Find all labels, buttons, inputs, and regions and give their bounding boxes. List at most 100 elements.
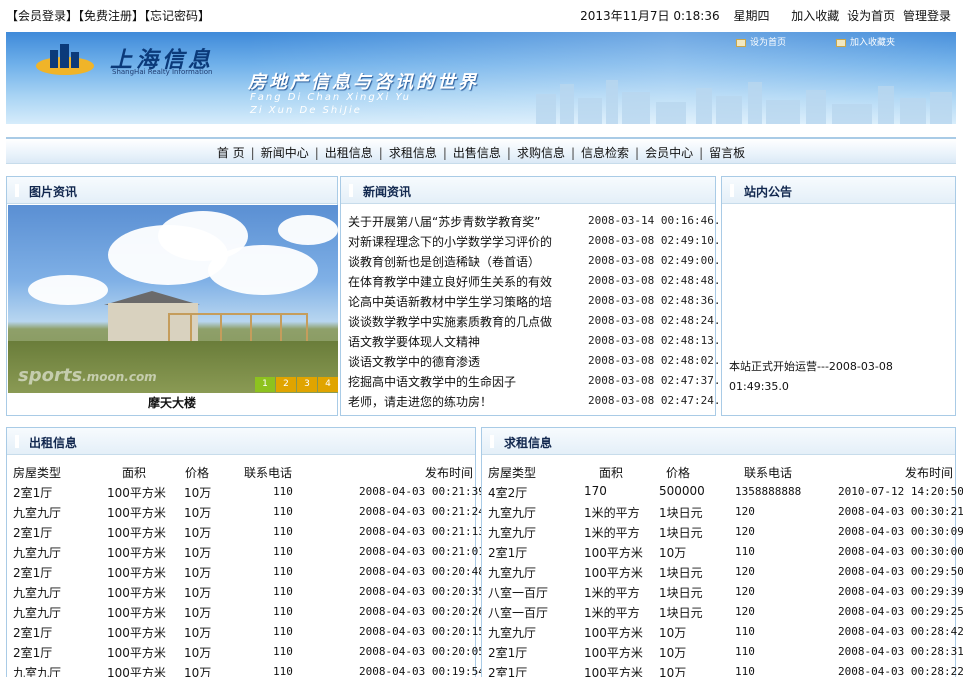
cell-house-type[interactable]: 九室九厅 (13, 504, 61, 521)
news-title-link[interactable]: 对新课程理念下的小学数学学习评价的 (348, 233, 580, 250)
cell-price: 10万 (184, 526, 212, 540)
table-row[interactable]: 九室九厅 100平方米 1块日元 120 2008-04-03 00:29:50 (482, 561, 963, 581)
table-row[interactable]: 2室1厅 100平方米 10万 110 2008-04-03 00:28:22 (482, 661, 963, 677)
table-row[interactable]: 九室九厅 1米的平方 1块日元 120 2008-04-03 00:30:21 (482, 501, 963, 521)
news-title-link[interactable]: 语文教学要体现人文精神 (348, 333, 580, 350)
member-login-link[interactable]: 【会员登录】 (6, 9, 78, 23)
cell-house-type[interactable]: 九室九厅 (488, 624, 536, 641)
news-title-link[interactable]: 谈语文教学中的德育渗透 (348, 353, 580, 370)
table-row[interactable]: 九室九厅 1米的平方 1块日元 120 2008-04-03 00:30:09 (482, 521, 963, 541)
cloud (278, 215, 338, 245)
banner-add-fav-link[interactable]: 加入收藏夹 (836, 35, 895, 48)
nav-link[interactable]: 出租信息 (325, 146, 373, 160)
cell-phone: 120 (735, 585, 755, 598)
cell-house-type[interactable]: 2室1厅 (13, 524, 52, 541)
news-title-link[interactable]: 老师，请走进您的练功房！ (348, 393, 580, 410)
table-row[interactable]: 九室九厅 100平方米 10万 110 2008-04-03 00:20:35 (7, 581, 485, 601)
cell-area: 100平方米 (107, 626, 166, 640)
news-title-link[interactable]: 在体育教学中建立良好师生关系的有效 (348, 273, 580, 290)
cell-area: 100平方米 (584, 646, 643, 660)
column-header: 联系电话 (744, 466, 793, 480)
table-row[interactable]: 2室1厅 100平方米 10万 110 2008-04-03 00:20:05 (7, 641, 485, 661)
table-row[interactable]: 2室1厅 100平方米 10万 110 2008-04-03 00:30:00 (482, 541, 963, 561)
cell-house-type[interactable]: 九室九厅 (13, 544, 61, 561)
news-title-link[interactable]: 挖掘高中语文教学中的生命因子 (348, 373, 580, 390)
cell-house-type[interactable]: 九室九厅 (488, 504, 536, 521)
cell-house-type[interactable]: 2室1厅 (488, 664, 527, 677)
cell-price: 1块日元 (659, 566, 703, 580)
free-register-link[interactable]: 【免费注册】 (78, 9, 144, 23)
table-row[interactable]: 2室1厅 100平方米 10万 110 2008-04-03 00:21:13 (7, 521, 485, 541)
nav-separator: | (506, 146, 511, 160)
banner-add-fav-label: 加入收藏夹 (850, 38, 896, 48)
forgot-password-link[interactable]: 【忘记密码】 (144, 9, 210, 23)
featured-photo[interactable]: sports.moon.com 1234 (8, 205, 338, 393)
table-row[interactable]: 九室九厅 100平方米 10万 110 2008-04-03 00:20:26 (7, 601, 485, 621)
notice-text[interactable]: 本站正式开始运营---2008-03-08 01:49:35.0 (729, 357, 949, 397)
news-title-link[interactable]: 谈教育创新也是创造稀缺（卷首语） (348, 253, 580, 270)
news-list: 关于开展第八届“苏步青数学教育奖” 2008-03-14 00:16:46.0 对新… (348, 211, 727, 411)
cell-house-type[interactable]: 2室1厅 (488, 544, 527, 561)
admin-login-link[interactable]: 管理登录 (903, 9, 951, 23)
nav-link[interactable]: 出售信息 (453, 146, 501, 160)
logo-icon (36, 44, 94, 75)
cell-area: 100平方米 (584, 566, 643, 580)
slide-page-button[interactable]: 1 (255, 377, 275, 392)
table-row[interactable]: 4室2厅 170 500000 1358888888 2010-07-12 14:20:… (482, 481, 963, 501)
banner-set-home-link[interactable]: 设为首页 (736, 35, 786, 48)
cell-house-type[interactable]: 2室1厅 (13, 564, 52, 581)
news-item: 论高中英语新教材中学生学习策略的培 2008-03-08 02:48:36.0 (348, 291, 727, 311)
news-title-link[interactable]: 谈谈数学教学中实施素质教育的几点做 (348, 313, 580, 330)
cell-house-type[interactable]: 2室1厅 (13, 484, 52, 501)
nav-link[interactable]: 留言板 (709, 146, 745, 160)
cell-house-type[interactable]: 2室1厅 (13, 644, 52, 661)
news-date: 2008-03-08 02:47:24.0 (588, 394, 728, 407)
table-row[interactable]: 九室九厅 100平方米 10万 110 2008-04-03 00:21:01 (7, 541, 485, 561)
cell-area: 1米的平方 (584, 526, 640, 540)
nav-link[interactable]: 会员中心 (645, 146, 693, 160)
add-favorite-link[interactable]: 加入收藏 (791, 9, 839, 23)
panel-title: 出租信息 (29, 436, 78, 450)
nav-link[interactable]: 求租信息 (389, 146, 437, 160)
slide-page-button[interactable]: 4 (318, 377, 338, 392)
cell-price: 10万 (659, 666, 687, 677)
table-row[interactable]: 八室一百厅 1米的平方 1块日元 120 2008-04-03 00:29:39 (482, 581, 963, 601)
cell-house-type[interactable]: 九室九厅 (13, 604, 61, 621)
set-homepage-link[interactable]: 设为首页 (847, 9, 895, 23)
cell-house-type[interactable]: 九室九厅 (488, 564, 536, 581)
table-row[interactable]: 九室九厅 100平方米 10万 110 2008-04-03 00:21:24 (7, 501, 485, 521)
table-row[interactable]: 2室1厅 100平方米 10万 110 2008-04-03 00:20:15 (7, 621, 485, 641)
table-row[interactable]: 2室1厅 100平方米 10万 110 2008-04-03 00:20:48 (7, 561, 485, 581)
cell-area: 100平方米 (107, 486, 166, 500)
column-header: 价格 (185, 466, 210, 480)
table-row[interactable]: 九室九厅 100平方米 10万 110 2008-04-03 00:19:54 (7, 661, 485, 677)
photo-caption[interactable]: 摩天大楼 (7, 394, 337, 411)
seek-table: 房屋类型 面积 价格 联系电话 发布时间 4室2厅 170 500000 1358888888 2… (482, 461, 963, 677)
slide-page-button[interactable]: 3 (297, 377, 317, 392)
news-title-link[interactable]: 关于开展第八届“苏步青数学教育奖” (348, 213, 580, 230)
table-row[interactable]: 2室1厅 100平方米 10万 110 2008-04-03 00:21:39 (7, 481, 485, 501)
cell-house-type[interactable]: 4室2厅 (488, 484, 527, 501)
cell-house-type[interactable]: 九室九厅 (13, 664, 61, 677)
cell-house-type[interactable]: 九室九厅 (13, 584, 61, 601)
news-title-link[interactable]: 论高中英语新教材中学生学习策略的培 (348, 293, 580, 310)
cell-house-type[interactable]: 2室1厅 (13, 624, 52, 641)
cell-house-type[interactable]: 八室一百厅 (488, 604, 548, 621)
table-row[interactable]: 2室1厅 100平方米 10万 110 2008-04-03 00:28:31 (482, 641, 963, 661)
news-panel: 新闻资讯 关于开展第八届“苏步青数学教育奖” 2008-03-14 00:16:4… (340, 176, 727, 416)
nav-link[interactable]: 新闻中心 (261, 146, 309, 160)
cell-publish-time: 2008-04-03 00:29:25 (838, 605, 963, 618)
table-row[interactable]: 八室一百厅 1米的平方 1块日元 120 2008-04-03 00:29:25 (482, 601, 963, 621)
table-row[interactable]: 九室九厅 100平方米 10万 110 2008-04-03 00:28:42 (482, 621, 963, 641)
nav-link[interactable]: 求购信息 (517, 146, 565, 160)
cell-house-type[interactable]: 2室1厅 (488, 644, 527, 661)
header-accent (15, 435, 19, 448)
current-datetime: 2013年11月7日 0:18:36 (580, 9, 720, 23)
cell-house-type[interactable]: 八室一百厅 (488, 584, 548, 601)
nav-link[interactable]: 信息检索 (581, 146, 629, 160)
slide-page-button[interactable]: 2 (276, 377, 296, 392)
cell-house-type[interactable]: 九室九厅 (488, 524, 536, 541)
account-links: 【会员登录】【免费注册】【忘记密码】 (6, 7, 210, 24)
news-date: 2008-03-08 02:48:13.0 (588, 334, 728, 347)
nav-link[interactable]: 首 页 (217, 146, 245, 160)
